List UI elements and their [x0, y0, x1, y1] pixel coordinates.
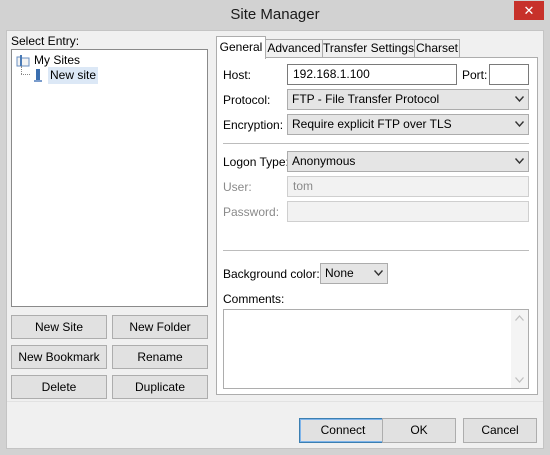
window-title: Site Manager [230, 6, 320, 23]
tab-label: Charset [415, 41, 459, 55]
password-label: Password: [223, 205, 280, 219]
duplicate-button[interactable]: Duplicate [112, 375, 208, 399]
server-icon [32, 68, 44, 83]
protocol-select[interactable]: FTP - File Transfer Protocol [287, 89, 529, 110]
footer-divider [7, 401, 543, 402]
comments-label: Comments: [223, 292, 285, 306]
separator [223, 250, 529, 251]
host-input[interactable]: 192.168.1.100 [287, 64, 457, 85]
encryption-select[interactable]: Require explicit FTP over TLS [287, 114, 529, 135]
separator [223, 143, 529, 144]
user-input[interactable]: tom [287, 176, 529, 197]
scroll-up-icon[interactable] [515, 315, 524, 321]
tab-advanced[interactable]: Advanced [265, 39, 323, 58]
tab-general[interactable]: General [216, 36, 266, 59]
select-value: None [325, 266, 354, 280]
cancel-button[interactable]: Cancel [463, 418, 537, 443]
button-label: Duplicate [134, 380, 186, 394]
button-label: Connect [320, 423, 366, 437]
tab-label: Transfer Settings [323, 41, 414, 55]
port-label: Port: [462, 68, 488, 82]
comments-textarea[interactable] [223, 309, 529, 389]
button-label: Delete [41, 380, 77, 394]
tab-transfer-settings[interactable]: Transfer Settings [322, 39, 415, 58]
tree-connector [21, 74, 30, 75]
button-label: New Site [34, 320, 84, 334]
tab-charset[interactable]: Charset [414, 39, 460, 58]
rename-button[interactable]: Rename [112, 345, 208, 369]
logon-type-select[interactable]: Anonymous [287, 151, 529, 172]
port-input[interactable] [489, 64, 529, 85]
button-label: OK [410, 423, 428, 437]
comments-scrollbar[interactable] [511, 310, 528, 388]
button-label: Cancel [481, 423, 519, 437]
new-folder-button[interactable]: New Folder [112, 315, 208, 339]
tree-item-label: New site [48, 67, 99, 84]
button-label: New Bookmark [18, 350, 100, 364]
button-label: Rename [137, 350, 183, 364]
background-color-label: Background color: [223, 267, 320, 281]
user-label: User: [223, 180, 252, 194]
chevron-down-icon [515, 96, 524, 102]
password-input[interactable] [287, 201, 529, 222]
new-bookmark-button[interactable]: New Bookmark [11, 345, 107, 369]
connect-button[interactable]: Connect [299, 418, 387, 443]
chevron-down-icon [515, 158, 524, 164]
scroll-down-icon[interactable] [515, 377, 524, 383]
site-tree[interactable]: My Sites New site [11, 49, 208, 307]
host-label: Host: [223, 68, 252, 82]
dialog-client-area: Select Entry: My Sites New site New Site… [6, 30, 544, 449]
delete-button[interactable]: Delete [11, 375, 107, 399]
tab-label: General [219, 40, 263, 54]
chevron-down-icon [374, 270, 383, 276]
select-value: Require explicit FTP over TLS [292, 117, 452, 131]
tab-label: Advanced [267, 41, 321, 55]
general-tab-panel: Host: 192.168.1.100 Port: Protocol: FTP … [216, 57, 538, 395]
logon-type-label: Logon Type: [223, 155, 289, 169]
close-icon: ✕ [523, 3, 535, 18]
ok-button[interactable]: OK [382, 418, 456, 443]
select-value: FTP - File Transfer Protocol [292, 92, 440, 106]
title-bar[interactable]: Site Manager ✕ [0, 0, 550, 30]
site-manager-window: Site Manager ✕ Select Entry: My Sites Ne… [0, 0, 550, 455]
select-value: Anonymous [292, 154, 356, 168]
button-label: New Folder [129, 320, 191, 334]
chevron-down-icon [515, 121, 524, 127]
new-site-button[interactable]: New Site [11, 315, 107, 339]
close-button[interactable]: ✕ [514, 1, 544, 20]
protocol-label: Protocol: [223, 93, 271, 107]
tree-connector [21, 66, 22, 74]
background-color-select[interactable]: None [320, 263, 388, 284]
encryption-label: Encryption: [223, 118, 284, 132]
select-entry-label: Select Entry: [11, 34, 80, 48]
folder-icon [16, 54, 30, 67]
